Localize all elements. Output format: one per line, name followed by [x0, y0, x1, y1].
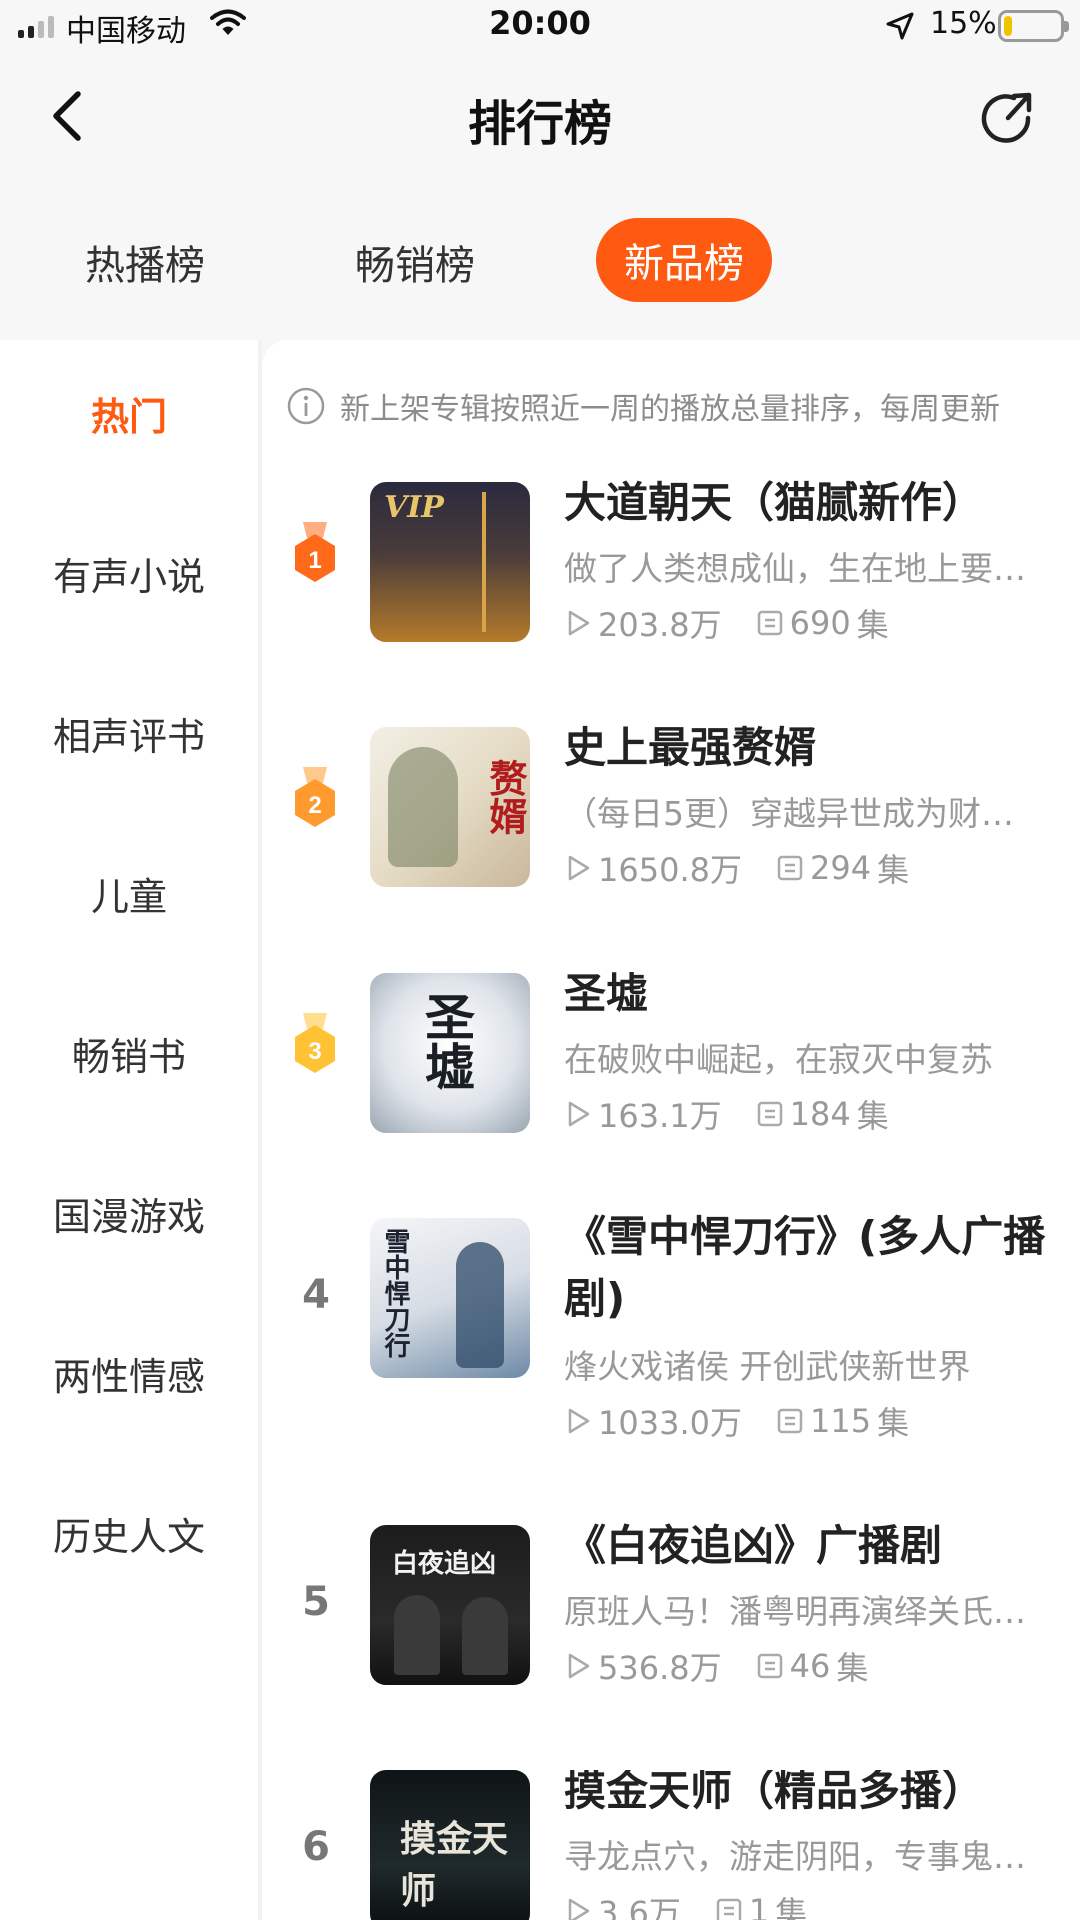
album-description: （每日5更）穿越异世成为财… [564, 794, 1014, 833]
album-cover[interactable]: 白夜追凶 [370, 1525, 530, 1685]
tab-bestseller-list[interactable]: 畅销榜 [330, 220, 500, 304]
episode-unit: 集 [836, 1649, 869, 1687]
album-cover[interactable]: 摸金天师 [370, 1770, 530, 1920]
album-title: 圣墟 [564, 969, 649, 1018]
ranking-item-4[interactable]: 4 雪中悍刀行 《雪中悍刀行》(多人广播剧) 烽火戏诸侯 开创武侠新世界 103… [262, 1212, 1080, 1458]
play-count: 1650.8万 [598, 851, 742, 889]
episode-count: 1 [748, 1892, 770, 1920]
rank-number: 2 [308, 792, 321, 819]
sidebar-item-anime-games[interactable]: 国漫游戏 [0, 1186, 258, 1241]
play-count: 1033.0万 [598, 1404, 742, 1442]
rank-number: 5 [302, 1579, 330, 1625]
album-title: 摸金天师（精品多播） [564, 1770, 985, 1815]
battery-level [1004, 16, 1012, 36]
episode-list-icon [777, 1408, 803, 1434]
rank-number: 1 [308, 547, 321, 574]
rank-medal-gold-icon: 1 [295, 522, 335, 582]
play-count-icon [568, 610, 590, 636]
episode-list-icon [757, 1653, 782, 1679]
rank-medal-silver-icon: 2 [295, 767, 335, 827]
ranking-item-3[interactable]: 3 圣墟 圣墟 在破败中崛起，在寂灭中复苏 163.1万 184 集 [262, 969, 1080, 1153]
episode-unit: 集 [856, 606, 889, 644]
sidebar-item-relationships[interactable]: 两性情感 [0, 1346, 258, 1401]
album-cover[interactable]: 赘婿 [370, 727, 530, 887]
rank-number: 3 [308, 1038, 321, 1065]
ranking-item-6[interactable]: 6 摸金天师 摸金天师（精品多播） 寻龙点穴，游走阴阳，专事鬼… 3.6万 1集 [262, 1770, 1080, 1920]
rank-number: 6 [302, 1824, 330, 1870]
play-count-icon [568, 1101, 590, 1127]
page-title: 排行榜 [467, 96, 612, 152]
share-icon[interactable] [978, 88, 1038, 148]
episode-count: 115 [809, 1402, 872, 1440]
sidebar-item-bestsellers[interactable]: 畅销书 [0, 1026, 258, 1081]
location-arrow-icon [886, 12, 914, 40]
album-stats: 1650.8万 294 集 [564, 845, 943, 891]
album-stats: 203.8万 690 集 [564, 600, 923, 646]
album-description: 做了人类想成仙，生在地上要… [564, 549, 1026, 588]
episode-list-icon [757, 610, 782, 636]
play-count-icon [568, 1898, 590, 1920]
play-count-icon [568, 1408, 590, 1434]
episode-unit: 集 [877, 851, 910, 889]
sidebar-item-crosstalk[interactable]: 相声评书 [0, 706, 258, 761]
info-icon [287, 387, 325, 425]
episode-unit: 集 [775, 1894, 808, 1920]
album-stats: 3.6万 1集 [564, 1888, 841, 1920]
ranking-item-5[interactable]: 5 白夜追凶 《白夜追凶》广播剧 原班人马！潘粤明再演绎关氏… 536.8万 4… [262, 1521, 1080, 1705]
episode-list-icon [777, 855, 803, 881]
episode-count: 46 [789, 1647, 831, 1685]
album-cover[interactable]: VIP [370, 482, 530, 642]
album-stats: 536.8万 46 集 [564, 1643, 902, 1689]
status-bar: 中国移动 20:00 15% [0, 0, 1080, 54]
ranking-item-2[interactable]: 2 赘婿 史上最强赘婿 （每日5更）穿越异世成为财… 1650.8万 294 集 [262, 723, 1080, 907]
ranking-item-1[interactable]: 1 VIP 大道朝天（猫腻新作） 做了人类想成仙，生在地上要… 203.8万 6… [262, 478, 1080, 662]
battery-percent: 15% [930, 6, 997, 41]
episode-unit: 集 [856, 1097, 889, 1135]
album-title: 《雪中悍刀行》(多人广播剧) [564, 1212, 1046, 1323]
sidebar-item-hot[interactable]: 热门 [0, 386, 258, 441]
notice-text: 新上架专辑按照近一周的播放总量排序，每周更新 [340, 392, 1000, 427]
play-count: 203.8万 [598, 606, 722, 644]
ranking-notice: 新上架专辑按照近一周的播放总量排序，每周更新 [286, 384, 1000, 428]
play-count-icon [568, 855, 590, 881]
rank-number: 4 [302, 1272, 330, 1318]
episode-count: 690 [789, 604, 851, 642]
album-title: 大道朝天（猫腻新作） [564, 478, 985, 527]
sidebar-item-children[interactable]: 儿童 [0, 866, 258, 921]
sidebar-item-audio-novels[interactable]: 有声小说 [0, 546, 258, 601]
play-count: 163.1万 [598, 1097, 722, 1135]
episode-list-icon [757, 1101, 782, 1127]
play-count-icon [568, 1653, 590, 1679]
rank-medal-bronze-icon: 3 [295, 1013, 335, 1073]
album-title: 《白夜追凶》广播剧 [564, 1521, 943, 1570]
album-stats: 1033.0万 115 集 [564, 1398, 943, 1444]
album-title: 史上最强赘婿 [564, 723, 817, 772]
play-count: 3.6万 [598, 1894, 681, 1920]
sidebar-item-history[interactable]: 历史人文 [0, 1506, 258, 1561]
play-count: 536.8万 [598, 1649, 722, 1687]
status-time: 20:00 [489, 4, 591, 42]
episode-count: 184 [789, 1095, 851, 1133]
album-description: 在破败中崛起，在寂灭中复苏 [564, 1040, 993, 1079]
album-description: 烽火戏诸侯 开创武侠新世界 [564, 1347, 971, 1386]
tab-new-list[interactable]: 新品榜 [596, 218, 772, 302]
album-description: 寻龙点穴，游走阴阳，专事鬼… [564, 1837, 1026, 1876]
album-description: 原班人马！潘粤明再演绎关氏… [564, 1592, 1026, 1631]
album-cover[interactable]: 雪中悍刀行 [370, 1218, 530, 1378]
tab-hot-list[interactable]: 热播榜 [60, 220, 230, 304]
episode-count: 294 [809, 849, 872, 887]
battery-icon [998, 10, 1069, 42]
album-cover[interactable]: 圣墟 [370, 973, 530, 1133]
episode-list-icon [716, 1898, 742, 1920]
album-stats: 163.1万 184 集 [564, 1091, 923, 1137]
episode-unit: 集 [877, 1404, 910, 1442]
